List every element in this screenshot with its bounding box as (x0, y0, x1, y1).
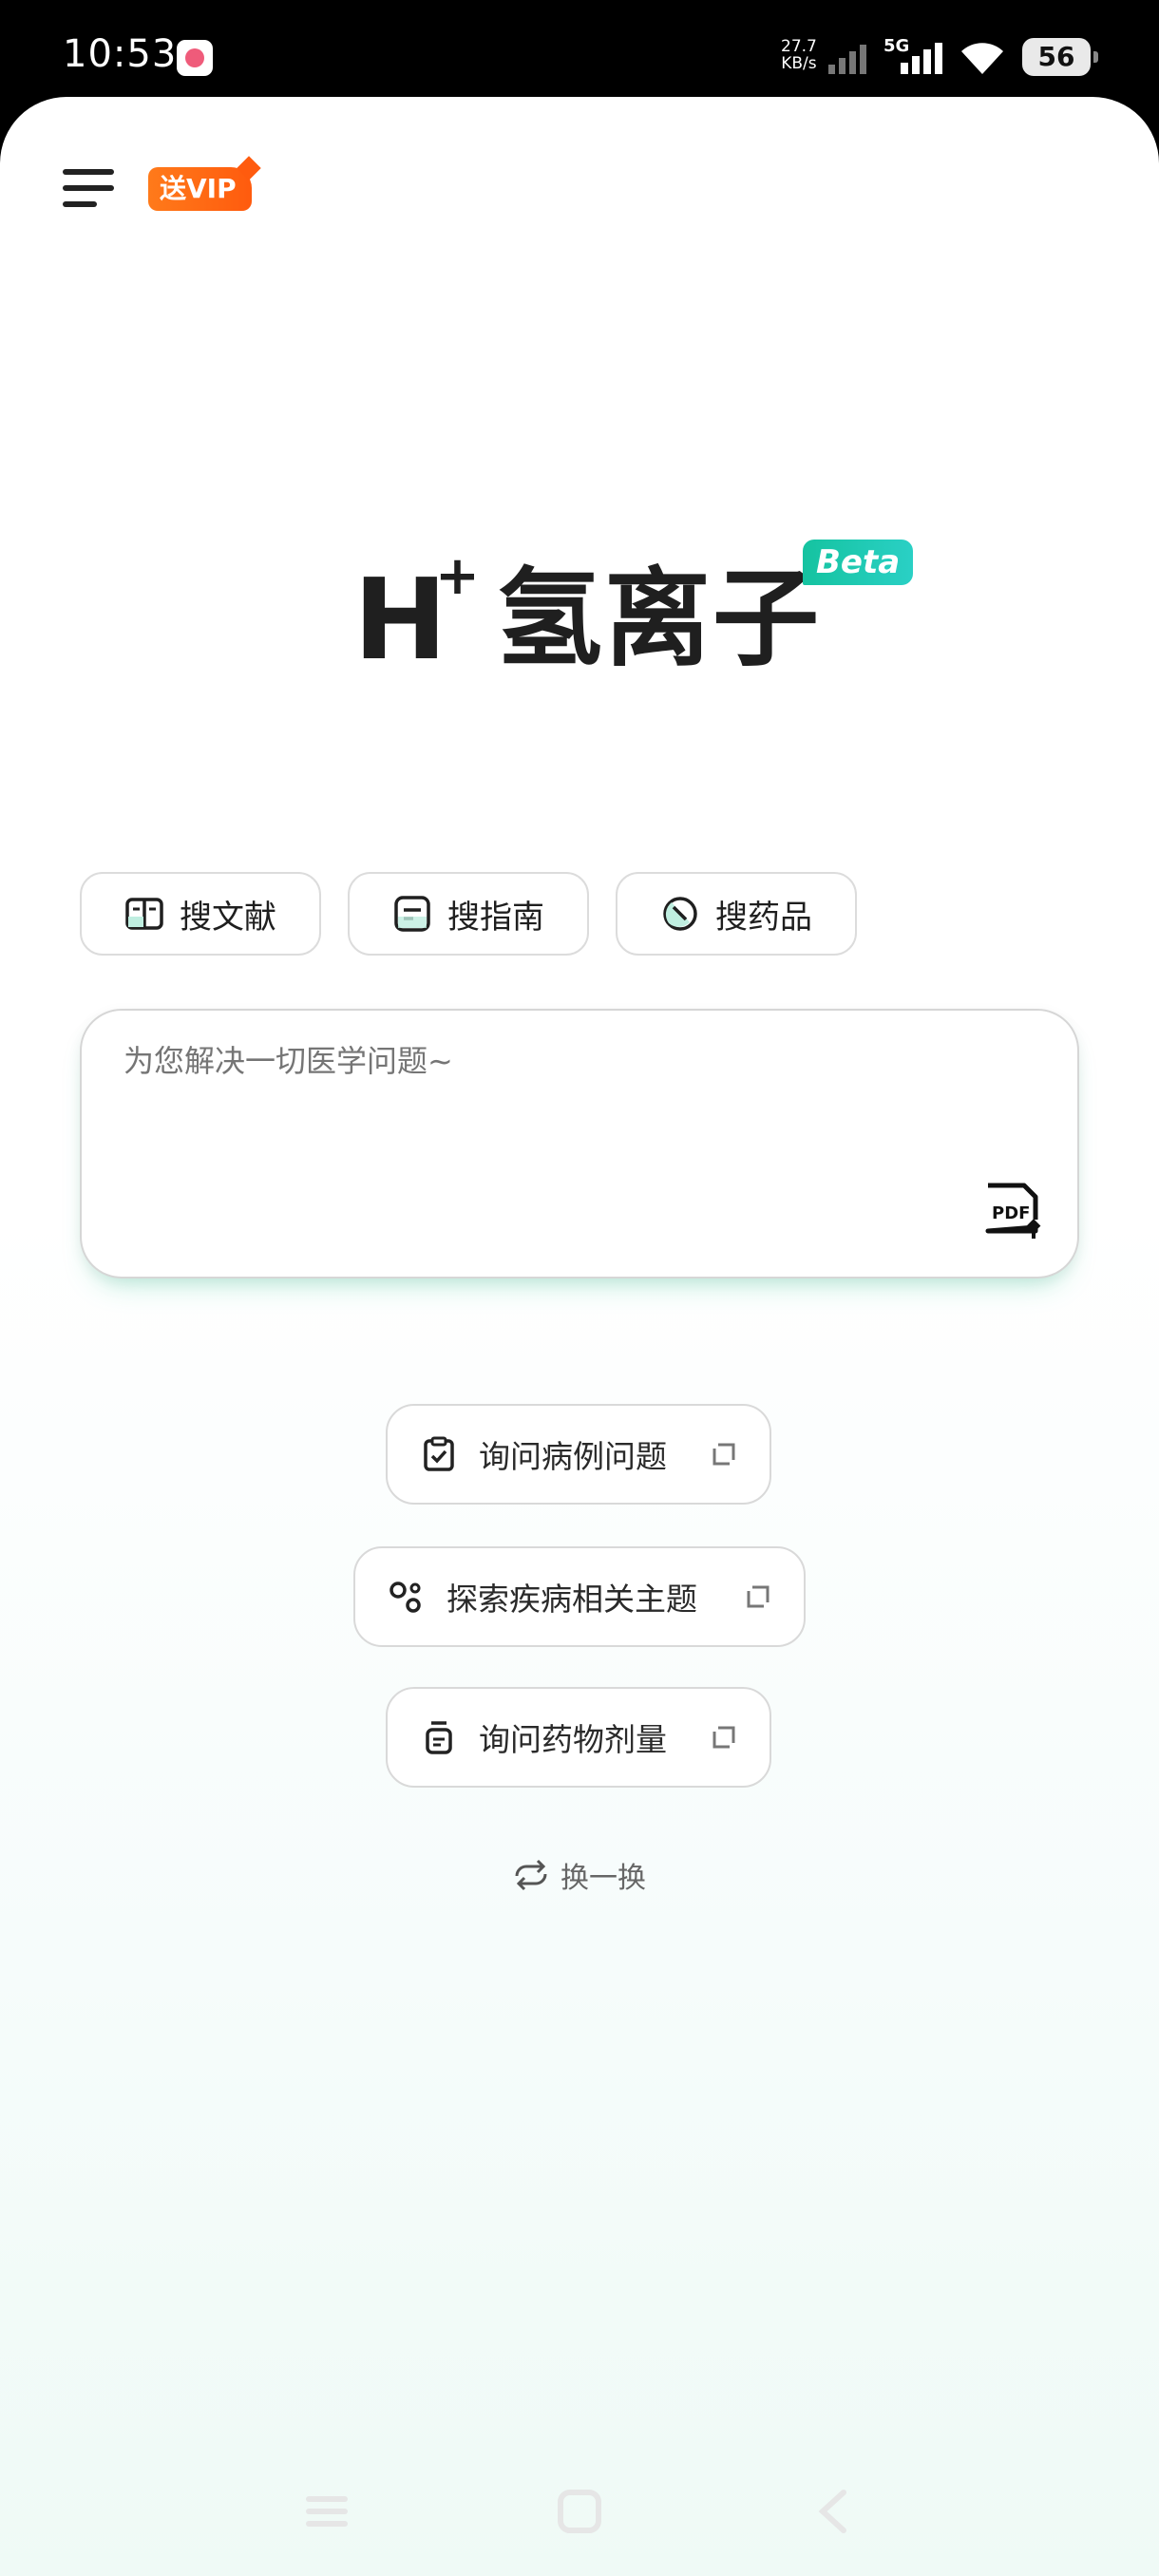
search-literature-button[interactable]: 搜文献 (80, 872, 321, 956)
wifi-icon (961, 43, 1003, 74)
home-icon[interactable] (557, 2489, 602, 2534)
vip-gift-badge[interactable]: 送VIP (148, 167, 252, 211)
back-icon[interactable] (815, 2489, 853, 2534)
refresh-suggestions-button[interactable]: 换一换 (511, 1854, 646, 1896)
external-link-icon (747, 1585, 770, 1608)
chip-label: 搜指南 (447, 898, 544, 937)
logo-letter: H (353, 554, 447, 685)
logo-name: 氢离子 (496, 558, 821, 681)
suggestion-label: 询问病例问题 (479, 1438, 667, 1475)
pdf-upload-icon[interactable]: PDF (980, 1182, 1043, 1239)
system-nav-bar (0, 2470, 1159, 2576)
medicine-bottle-icon (426, 1721, 452, 1754)
suggestion-label: 探索疾病相关主题 (446, 1581, 697, 1618)
chip-label: 搜文献 (180, 898, 276, 937)
battery-icon: 56 (1022, 38, 1098, 76)
suggestion-label: 询问药物剂量 (479, 1721, 667, 1758)
question-input[interactable] (124, 1043, 978, 1079)
suggestion-drug-dosage[interactable]: 询问药物剂量 (386, 1687, 771, 1788)
external-link-icon (712, 1726, 735, 1749)
notification-app-icon (177, 40, 213, 76)
app-screen: 送VIP H + 氢离子 Beta 搜文献 搜指南 搜药品 为您解决一切医学问题… (0, 97, 1159, 2576)
network-speed: 27.7 KB/s (781, 37, 817, 73)
signal-strong-icon (901, 43, 942, 74)
logo-plus: + (435, 545, 480, 607)
pill-icon (663, 897, 697, 931)
svg-text:PDF: PDF (992, 1203, 1030, 1223)
chip-label: 搜药品 (715, 898, 812, 937)
refresh-label: 换一换 (560, 1862, 646, 1895)
search-guide-button[interactable]: 搜指南 (348, 872, 589, 956)
external-link-icon (712, 1443, 735, 1466)
menu-icon[interactable] (63, 165, 116, 211)
clipboard-check-icon (424, 1436, 454, 1471)
beta-badge: Beta (803, 540, 914, 585)
status-time: 10:53 (63, 32, 178, 76)
question-input-card[interactable]: PDF (80, 1009, 1079, 1279)
guide-icon (394, 896, 430, 932)
status-bar: 10:53 27.7 KB/s 5G 56 (0, 0, 1159, 104)
signal-icon (828, 45, 866, 74)
refresh-icon (515, 1859, 547, 1891)
book-icon (125, 898, 163, 930)
suggestion-disease-topic[interactable]: 探索疾病相关主题 (353, 1546, 806, 1647)
molecule-icon (390, 1582, 421, 1613)
search-drug-button[interactable]: 搜药品 (616, 872, 857, 956)
suggestion-case-question[interactable]: 询问病例问题 (386, 1404, 771, 1505)
recent-apps-icon[interactable] (304, 2489, 350, 2534)
